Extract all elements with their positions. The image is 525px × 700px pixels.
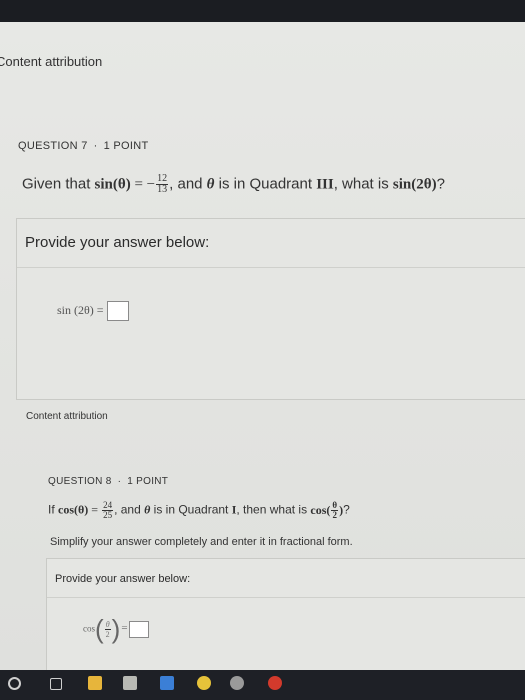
fraction-12-13: 12 13	[156, 173, 169, 195]
question-8-number: QUESTION 8	[48, 476, 112, 487]
question-7-header: QUESTION 7 · 1 POINT	[18, 140, 149, 152]
app-icon[interactable]	[230, 676, 244, 690]
provide-answer-label: Provide your answer below:	[25, 234, 210, 251]
file-explorer-icon[interactable]	[88, 676, 102, 690]
top-bezel	[0, 0, 525, 22]
question-8-answer-input[interactable]	[128, 620, 149, 638]
content-attribution-top[interactable]: Content attribution	[0, 54, 102, 69]
question-7-points: 1 POINT	[103, 140, 149, 152]
cos-half-theta-expr: cos(θ 2)	[310, 500, 344, 521]
content-attribution-middle[interactable]: Content attribution	[26, 411, 108, 422]
question-8-prompt: If cos(θ) = 24 25, and θ is in Quadrant I…	[48, 500, 350, 521]
app-red-icon[interactable]	[268, 676, 282, 690]
chrome-icon[interactable]	[197, 676, 211, 690]
question-8-points: 1 POINT	[127, 476, 169, 487]
task-view-icon[interactable]	[50, 678, 62, 690]
mail-icon[interactable]	[160, 676, 174, 690]
store-icon[interactable]	[123, 676, 137, 690]
question-7-prompt: Given that sin(θ) = −12 13, and θ is in Q…	[22, 173, 445, 195]
search-icon[interactable]	[8, 677, 21, 690]
fraction-24-25: 24 25	[102, 500, 114, 520]
question-8-instruction: Simplify your answer completely and ente…	[50, 536, 353, 548]
question-7-answer-input[interactable]	[106, 301, 129, 321]
question-8-answer-row: cos(θ 2)=	[83, 616, 149, 642]
question-8-header: QUESTION 8 · 1 POINT	[48, 476, 169, 487]
cos-theta-expr: cos(θ)	[58, 502, 89, 517]
sin-theta-expr: sin(θ)	[94, 176, 131, 193]
taskbar	[0, 670, 525, 700]
question-7-number: QUESTION 7	[18, 140, 88, 152]
screen: Content attribution QUESTION 7 · 1 POINT G…	[0, 22, 525, 671]
question-8-answer-panel: Provide your answer below: cos(θ 2)=	[46, 558, 525, 671]
question-7-answer-panel: Provide your answer below: sin (2θ) =	[16, 218, 525, 400]
provide-answer-label: Provide your answer below:	[55, 573, 191, 585]
sin-2theta-expr: sin(2θ)	[392, 176, 437, 193]
question-7-answer-row: sin (2θ) =	[57, 301, 129, 321]
